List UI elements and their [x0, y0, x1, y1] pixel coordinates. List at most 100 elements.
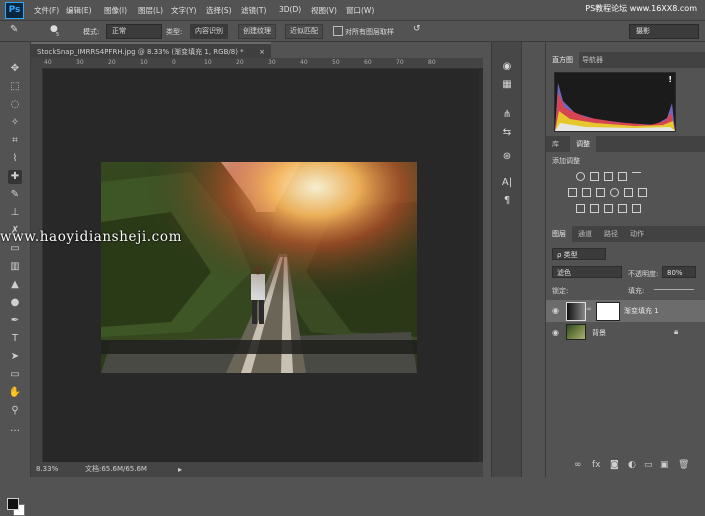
proximity-match-button[interactable]: 近似匹配: [285, 24, 323, 39]
link-icon[interactable]: ∞: [574, 460, 582, 470]
menu-layer[interactable]: 图层(L): [138, 5, 163, 16]
tab-navigator[interactable]: 导航器: [576, 52, 609, 68]
lasso-tool-icon[interactable]: ◌: [8, 98, 22, 112]
channel-mixer-icon[interactable]: [624, 188, 633, 197]
fx-icon[interactable]: fx: [592, 460, 601, 470]
blur-tool-icon[interactable]: ▲: [8, 278, 22, 292]
black-white-icon[interactable]: [596, 188, 605, 197]
blend-mode-select[interactable]: 滤色: [552, 266, 622, 278]
color-swatches[interactable]: [7, 498, 25, 516]
create-texture-button[interactable]: 创建纹理: [238, 24, 276, 39]
layer-row-gradient-fill[interactable]: ◉ ∞ 渐变填充 1: [546, 300, 705, 322]
document-tab[interactable]: StockSnap_IMRRS4PFRH.jpg @ 8.33% (渐变填充 1…: [31, 42, 271, 58]
tab-layers[interactable]: 图层: [546, 226, 572, 242]
tab-paths[interactable]: 路径: [598, 226, 624, 242]
layer-name[interactable]: 背景: [592, 328, 606, 338]
group-icon[interactable]: ▭: [644, 460, 653, 470]
menu-filter[interactable]: 滤镜(T): [241, 5, 266, 16]
paragraph-panel-icon[interactable]: ¶: [499, 194, 515, 208]
gradient-fill-thumbnail[interactable]: [566, 302, 586, 321]
photo-canvas[interactable]: [101, 162, 417, 373]
exposure-icon[interactable]: [618, 172, 627, 181]
opacity-slider[interactable]: [654, 289, 694, 290]
photo-filter-icon[interactable]: [610, 188, 619, 197]
invert-icon[interactable]: [576, 204, 585, 213]
quick-select-tool-icon[interactable]: ✧: [8, 116, 22, 130]
brush-panel-icon[interactable]: ⋔: [499, 108, 515, 122]
healing-brush-tool-icon[interactable]: ✚: [8, 170, 22, 184]
hue-saturation-icon[interactable]: [568, 188, 577, 197]
crop-tool-icon[interactable]: ⌗: [8, 134, 22, 148]
color-panel-icon[interactable]: ◉: [499, 60, 515, 74]
visibility-eye-icon[interactable]: ◉: [552, 328, 559, 337]
color-lookup-icon[interactable]: [638, 188, 647, 197]
expand-arrow-icon[interactable]: ▸: [178, 462, 182, 477]
tab-actions[interactable]: 动作: [624, 226, 650, 242]
content-aware-button[interactable]: 内容识别: [190, 24, 228, 39]
tab-histogram[interactable]: 直方图: [546, 52, 579, 68]
shape-tool-icon[interactable]: ▭: [8, 368, 22, 382]
opacity-input[interactable]: 80%: [662, 266, 696, 278]
sample-all-checkbox[interactable]: [333, 26, 343, 36]
ruler-label: 70: [396, 59, 404, 66]
background-thumbnail[interactable]: [566, 324, 586, 340]
workspace-select[interactable]: 摄影: [629, 24, 699, 39]
brush-tool-icon[interactable]: ✎: [8, 188, 22, 202]
brush-settings-icon[interactable]: ⇆: [499, 126, 515, 140]
menu-file[interactable]: 文件(F): [34, 5, 59, 16]
menu-image[interactable]: 图像(I): [104, 5, 127, 16]
more-tools-icon[interactable]: …: [8, 422, 22, 436]
menu-type[interactable]: 文字(Y): [171, 5, 196, 16]
pen-tool-icon[interactable]: ✒: [8, 314, 22, 328]
layer-name[interactable]: 渐变填充 1: [624, 306, 659, 316]
mode-select[interactable]: 正常: [106, 24, 162, 39]
selective-color-icon[interactable]: [618, 204, 627, 213]
hand-tool-icon[interactable]: ✋: [8, 386, 22, 400]
menu-window[interactable]: 窗口(W): [346, 5, 374, 16]
marquee-tool-icon[interactable]: ⬚: [8, 80, 22, 94]
mask-icon[interactable]: ◙: [610, 460, 619, 470]
clone-stamp-tool-icon[interactable]: ⊥: [8, 206, 22, 220]
menu-edit[interactable]: 编辑(E): [66, 5, 92, 16]
posterize-icon[interactable]: [590, 204, 599, 213]
path-select-tool-icon[interactable]: ➤: [8, 350, 22, 364]
menu-view[interactable]: 视图(V): [311, 5, 337, 16]
adjustment-icon[interactable]: ◐: [628, 460, 636, 470]
histogram-warning-icon[interactable]: !: [668, 75, 672, 84]
foreground-color-swatch[interactable]: [7, 498, 19, 510]
threshold-icon[interactable]: [604, 204, 613, 213]
eyedropper-tool-icon[interactable]: ⌇: [8, 152, 22, 166]
tab-adjustments[interactable]: 调整: [570, 136, 596, 152]
layer-row-background[interactable]: ◉ 背景 🔒︎: [546, 322, 705, 344]
dodge-tool-icon[interactable]: ●: [8, 296, 22, 310]
layer-mask-thumbnail[interactable]: [596, 302, 620, 321]
tab-channels[interactable]: 通道: [572, 226, 598, 242]
type-label: 类型:: [166, 28, 183, 36]
gradient-map-icon[interactable]: [632, 204, 641, 213]
menu-select[interactable]: 选择(S): [206, 5, 232, 16]
zoom-level[interactable]: 8.33%: [36, 462, 58, 477]
layer-filter-kind[interactable]: ρ 类型: [552, 248, 606, 260]
visibility-eye-icon[interactable]: ◉: [552, 306, 559, 315]
zoom-tool-icon[interactable]: ⚲: [8, 404, 22, 418]
vertical-scrollbar[interactable]: [479, 68, 483, 462]
spot-healing-tool-icon[interactable]: ✎: [10, 24, 18, 35]
swatches-panel-icon[interactable]: ▦: [499, 78, 515, 92]
clone-source-icon[interactable]: ⊛: [499, 150, 515, 164]
ruler-label: 50: [332, 59, 340, 66]
vibrance-icon[interactable]: [632, 172, 641, 181]
character-panel-icon[interactable]: A|: [499, 176, 515, 190]
menu-3d[interactable]: 3D(D): [279, 5, 301, 14]
new-layer-icon[interactable]: ▣: [660, 460, 669, 470]
color-balance-icon[interactable]: [582, 188, 591, 197]
move-tool-icon[interactable]: ✥: [8, 62, 22, 76]
brightness-icon[interactable]: [576, 172, 585, 181]
pressure-icon[interactable]: ↺: [413, 24, 421, 34]
trash-icon[interactable]: 🗑︎: [678, 460, 689, 470]
site-watermark-overlay: www.haoyidiansheji.com: [0, 229, 182, 245]
tab-libraries[interactable]: 库: [546, 136, 565, 152]
levels-icon[interactable]: [590, 172, 599, 181]
gradient-tool-icon[interactable]: ▥: [8, 260, 22, 274]
curves-icon[interactable]: [604, 172, 613, 181]
type-tool-icon[interactable]: T: [8, 332, 22, 346]
